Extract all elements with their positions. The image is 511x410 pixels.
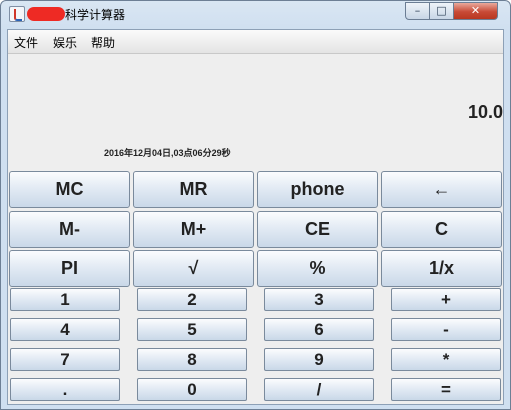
add-button[interactable]: + <box>391 288 501 311</box>
ce-button[interactable]: CE <box>257 211 378 248</box>
m-minus-button[interactable]: M- <box>9 211 130 248</box>
digit-0-button[interactable]: 0 <box>137 378 247 401</box>
menu-file[interactable]: 文件 <box>14 34 38 51</box>
digit-8-button[interactable]: 8 <box>137 348 247 371</box>
digit-5-button[interactable]: 5 <box>137 318 247 341</box>
calculator-body: 文件 娱乐 帮助 10.0 2016年12月04日,03点06分29秒 MC M… <box>7 29 504 405</box>
digit-7-button[interactable]: 7 <box>10 348 120 371</box>
backspace-button[interactable]: ← <box>381 171 502 208</box>
phone-button[interactable]: phone <box>257 171 378 208</box>
minimize-button[interactable]: – <box>405 2 430 20</box>
subtract-button[interactable]: - <box>391 318 501 341</box>
digit-6-button[interactable]: 6 <box>264 318 374 341</box>
multiply-button[interactable]: * <box>391 348 501 371</box>
menu-bar: 文件 娱乐 帮助 <box>8 30 503 54</box>
pi-button[interactable]: PI <box>9 250 130 287</box>
m-plus-button[interactable]: M+ <box>133 211 254 248</box>
close-button[interactable]: ✕ <box>453 2 498 20</box>
equals-button[interactable]: = <box>391 378 501 401</box>
sqrt-button[interactable]: √ <box>133 250 254 287</box>
digit-2-button[interactable]: 2 <box>137 288 247 311</box>
decimal-point-button[interactable]: . <box>10 378 120 401</box>
menu-help[interactable]: 帮助 <box>91 34 115 51</box>
digit-1-button[interactable]: 1 <box>10 288 120 311</box>
digit-3-button[interactable]: 3 <box>264 288 374 311</box>
percent-button[interactable]: % <box>257 250 378 287</box>
title-bar[interactable]: 科学计算器 – □ ✕ <box>1 1 510 29</box>
menu-entertainment[interactable]: 娱乐 <box>53 34 77 51</box>
datetime-label: 2016年12月04日,03点06分29秒 <box>104 148 231 158</box>
reciprocal-button[interactable]: 1/x <box>381 250 502 287</box>
java-app-icon <box>9 6 25 22</box>
digit-4-button[interactable]: 4 <box>10 318 120 341</box>
window-title: 科学计算器 <box>65 8 126 22</box>
divide-button[interactable]: / <box>264 378 374 401</box>
c-button[interactable]: C <box>381 211 502 248</box>
mc-button[interactable]: MC <box>9 171 130 208</box>
redacted-title-mark <box>27 7 65 21</box>
digit-9-button[interactable]: 9 <box>264 348 374 371</box>
maximize-button[interactable]: □ <box>429 2 454 20</box>
display-value: 10.0 <box>467 102 503 122</box>
mr-button[interactable]: MR <box>133 171 254 208</box>
calculator-window: 科学计算器 – □ ✕ 文件 娱乐 帮助 10.0 2016年12月04日,03… <box>0 0 511 410</box>
